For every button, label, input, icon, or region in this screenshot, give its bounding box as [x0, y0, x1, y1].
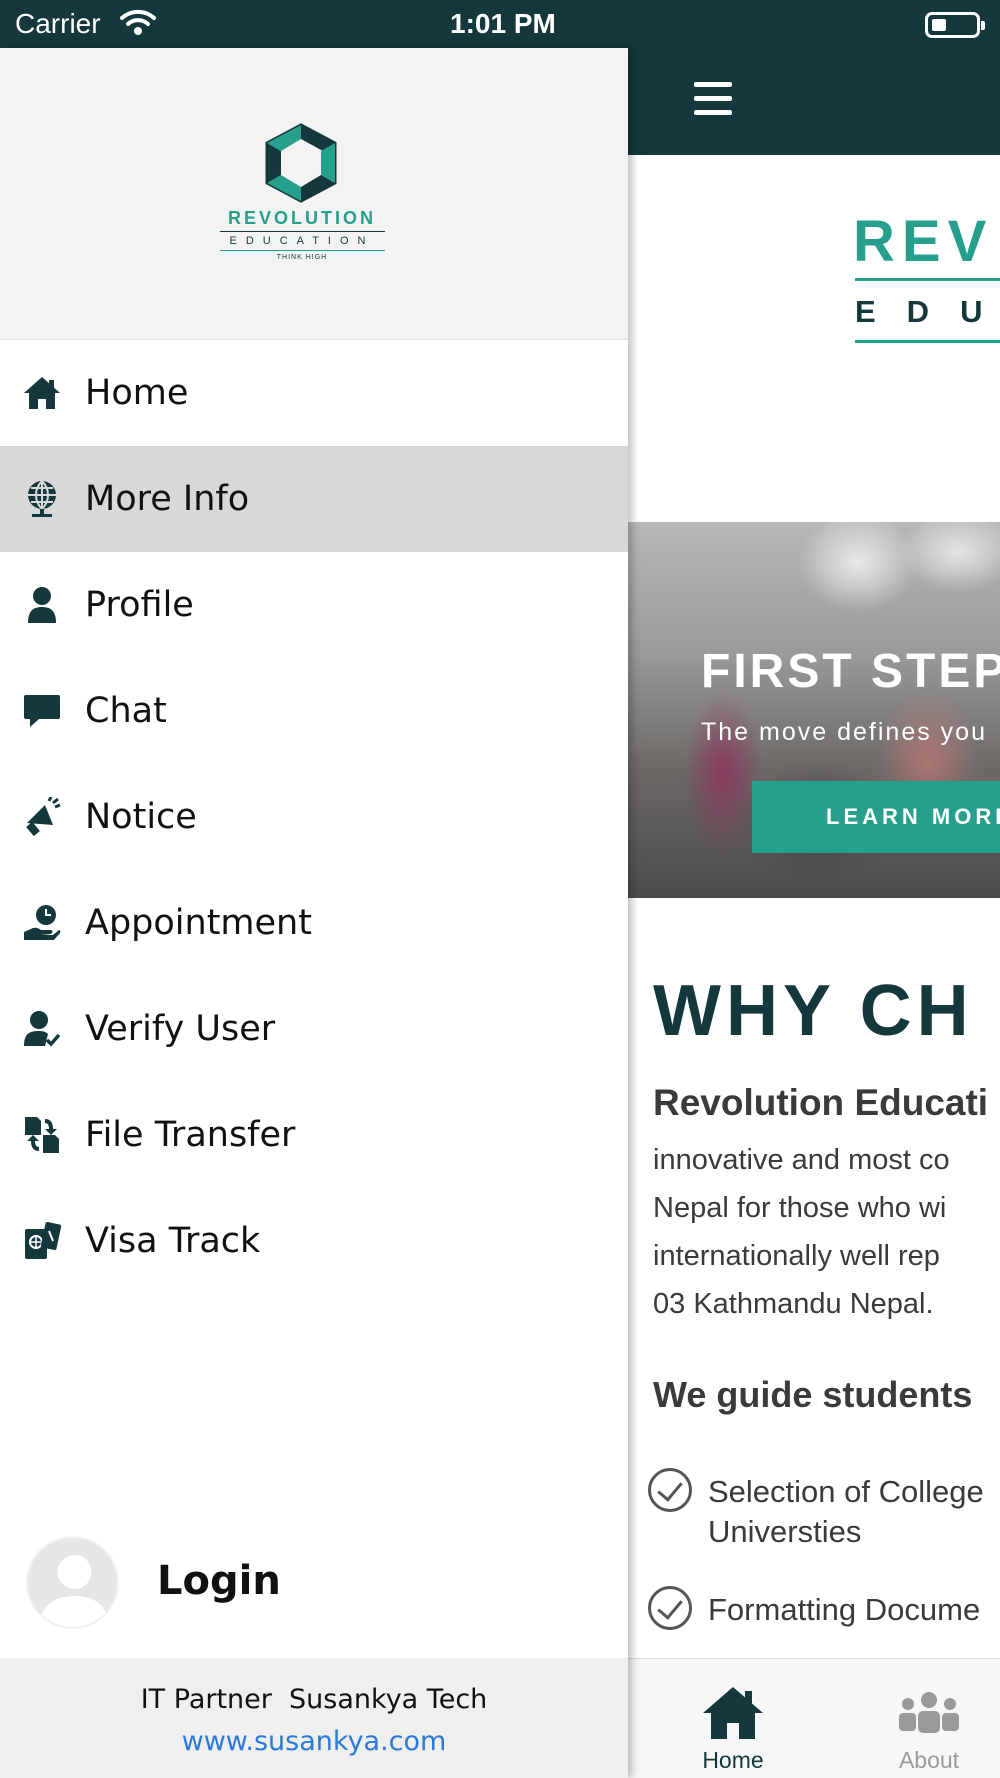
group-icon [899, 1692, 959, 1733]
hand-clock-icon [22, 903, 62, 943]
hero-subtitle: The move defines you [701, 718, 987, 746]
hero-banner: FIRST STEP The move defines you LEARN MO… [628, 522, 1000, 898]
main-logo-sub: EDU [855, 294, 1000, 329]
intro-line: internationally well rep [653, 1240, 940, 1272]
status-bar: Carrier 1:01 PM [0, 0, 628, 48]
user-check-icon [22, 1009, 62, 1049]
status-time: 1:01 PM [450, 8, 556, 39]
menu-item-notice[interactable]: Notice [0, 764, 628, 870]
logo-sub: EDUCATION [229, 235, 375, 247]
intro-heading: Revolution Educati [653, 1082, 989, 1123]
bottom-tab-bar: Home About [628, 1658, 1000, 1778]
list-item-text: Universties [708, 1514, 862, 1549]
globe-icon [22, 479, 62, 519]
menu-item-label: Profile [85, 585, 194, 625]
tab-about[interactable]: About [844, 1659, 1000, 1778]
menu-item-chat[interactable]: Chat [0, 658, 628, 764]
drawer-header: REVOLUTION EDUCATION THINK HIGH [0, 48, 628, 340]
megaphone-icon [22, 797, 62, 837]
tab-home[interactable]: Home [648, 1659, 818, 1778]
menu-item-appointment[interactable]: Appointment [0, 870, 628, 976]
drawer-footer: IT Partner Susankya Tech www.susankya.co… [0, 1658, 628, 1778]
login-row[interactable]: Login [0, 1536, 628, 1652]
app-top-bar [628, 0, 1000, 155]
it-partner-text: IT Partner Susankya Tech [140, 1684, 488, 1715]
menu-item-more-info[interactable]: More Info [0, 446, 628, 552]
list-item: Formatting Docume [648, 1586, 980, 1630]
logo-word: REVOLUTION [227, 208, 376, 228]
main-app: REV EDU FIRST STEP The move defines you … [628, 0, 1000, 1778]
main-logo-divider [855, 340, 1000, 343]
avatar[interactable] [26, 1536, 119, 1629]
status-carrier: Carrier [15, 8, 101, 39]
menu-item-visa-track[interactable]: Visa Track [0, 1188, 628, 1294]
menu-item-label: Chat [85, 691, 167, 731]
list-item: Selection of College Universties [648, 1468, 984, 1552]
tab-home-label: Home [702, 1747, 764, 1773]
file-transfer-icon [22, 1115, 62, 1155]
main-logo-word: REV [853, 209, 994, 274]
list-item-text: Formatting Docume [708, 1592, 981, 1627]
home-icon [22, 373, 62, 413]
menu-item-label: More Info [85, 479, 250, 519]
main-logo-divider [855, 278, 1000, 281]
home-icon [703, 1687, 763, 1739]
navigation-drawer: REVOLUTION EDUCATION THINK HIGH Home Mor… [0, 48, 628, 1778]
intro-line: 03 Kathmandu Nepal. [653, 1288, 934, 1320]
menu-item-verify-user[interactable]: Verify User [0, 976, 628, 1082]
logo-divider [220, 231, 385, 232]
passport-icon [22, 1221, 62, 1261]
guide-heading: We guide students [653, 1374, 973, 1415]
menu-item-label: File Transfer [85, 1115, 296, 1155]
intro-line: innovative and most co [653, 1144, 950, 1176]
drawer-menu: Home More Info Profile Chat Notice Appoi… [0, 340, 628, 1294]
login-button[interactable]: Login [157, 1558, 281, 1604]
section-title: WHY CH [653, 971, 974, 1051]
wifi-icon [120, 9, 156, 35]
intro-paragraph: innovative and most co Nepal for those w… [653, 1136, 950, 1328]
hero-title: FIRST STEP [701, 645, 1000, 698]
intro-line: Nepal for those who wi [653, 1192, 947, 1224]
menu-item-label: Appointment [85, 903, 312, 943]
default-avatar-icon [38, 1555, 111, 1627]
chat-icon [22, 691, 62, 731]
menu-item-label: Home [85, 373, 189, 413]
revolution-logo-icon [265, 123, 337, 203]
menu-item-file-transfer[interactable]: File Transfer [0, 1082, 628, 1188]
user-icon [22, 585, 62, 625]
hamburger-menu-icon[interactable] [694, 82, 732, 116]
check-circle-icon [648, 1586, 692, 1630]
menu-item-profile[interactable]: Profile [0, 552, 628, 658]
partner-website-link[interactable]: www.susankya.com [0, 1726, 628, 1757]
menu-item-label: Verify User [85, 1009, 276, 1049]
tab-about-label: About [898, 1747, 960, 1773]
learn-more-button[interactable]: LEARN MORE [752, 781, 1000, 853]
menu-item-home[interactable]: Home [0, 340, 628, 446]
menu-item-label: Visa Track [85, 1221, 261, 1261]
check-circle-icon [648, 1468, 692, 1512]
battery-icon [925, 12, 985, 38]
list-item-text: Selection of College [708, 1474, 984, 1509]
menu-item-label: Notice [85, 797, 197, 837]
logo-tagline: THINK HIGH [276, 254, 328, 261]
logo-divider [220, 250, 385, 251]
